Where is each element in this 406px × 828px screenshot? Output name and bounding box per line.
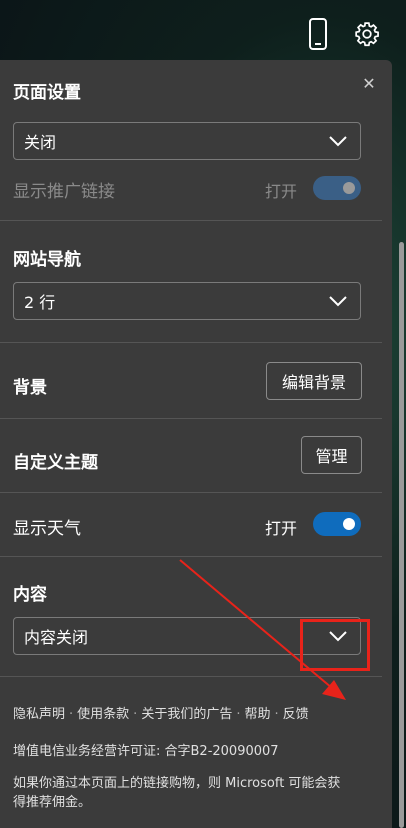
divider [0,492,382,493]
content-title: 内容 [13,585,47,605]
settings-panel: ✕ 页面设置 关闭 显示推广链接 打开 网站导航 2 行 背景 编辑背景 自定义… [0,60,392,828]
promo-links-toggle[interactable] [313,176,361,200]
privacy-link[interactable]: 隐私声明 [13,707,65,722]
nav-rows-select[interactable]: 2 行 [13,282,361,320]
toggle-knob [343,182,355,194]
divider [0,342,382,343]
separator: · [133,707,138,722]
content-select-value: 内容关闭 [24,628,89,647]
nav-rows-select-value: 2 行 [24,293,56,312]
top-bar [0,0,406,60]
background-label: 背景 [13,378,47,398]
divider [0,220,382,221]
divider [0,418,382,419]
footer-links: 隐私声明 · 使用条款 · 关于我们的广告 · 帮助 · 反馈 [13,703,309,722]
separator: · [69,707,74,722]
divider [0,556,382,557]
promo-links-label: 显示推广链接 [13,182,115,202]
close-icon[interactable]: ✕ [358,72,380,94]
license-text: 增值电信业务经营许可证: 合字B2-20090007 [13,744,279,759]
layout-select[interactable]: 关闭 [13,122,361,160]
terms-link[interactable]: 使用条款 [77,707,129,722]
weather-label: 显示天气 [13,519,81,539]
manage-theme-button[interactable]: 管理 [301,436,362,474]
site-nav-title: 网站导航 [13,250,81,270]
weather-toggle[interactable] [313,512,361,536]
layout-select-value: 关闭 [24,133,57,152]
annotation-highlight-box [300,619,370,671]
help-link[interactable]: 帮助 [244,707,270,722]
separator: · [236,707,241,722]
ads-link[interactable]: 关于我们的广告 [141,707,232,722]
separator: · [274,707,279,722]
divider [0,676,382,677]
gear-icon[interactable] [352,16,382,52]
chevron-down-icon [329,296,347,307]
phone-icon[interactable] [303,16,333,52]
chevron-down-icon [329,136,347,147]
toggle-knob [343,518,355,530]
edit-background-button[interactable]: 编辑背景 [266,362,362,400]
scrollbar-thumb[interactable] [399,242,404,828]
page-settings-title: 页面设置 [13,83,81,103]
feedback-link[interactable]: 反馈 [283,707,309,722]
weather-state: 打开 [265,519,298,538]
promo-links-state: 打开 [265,182,298,201]
custom-theme-label: 自定义主题 [13,453,98,473]
affiliate-disclosure: 如果你通过本页面上的链接购物，则 Microsoft 可能会获得推荐佣金。 [13,776,341,810]
